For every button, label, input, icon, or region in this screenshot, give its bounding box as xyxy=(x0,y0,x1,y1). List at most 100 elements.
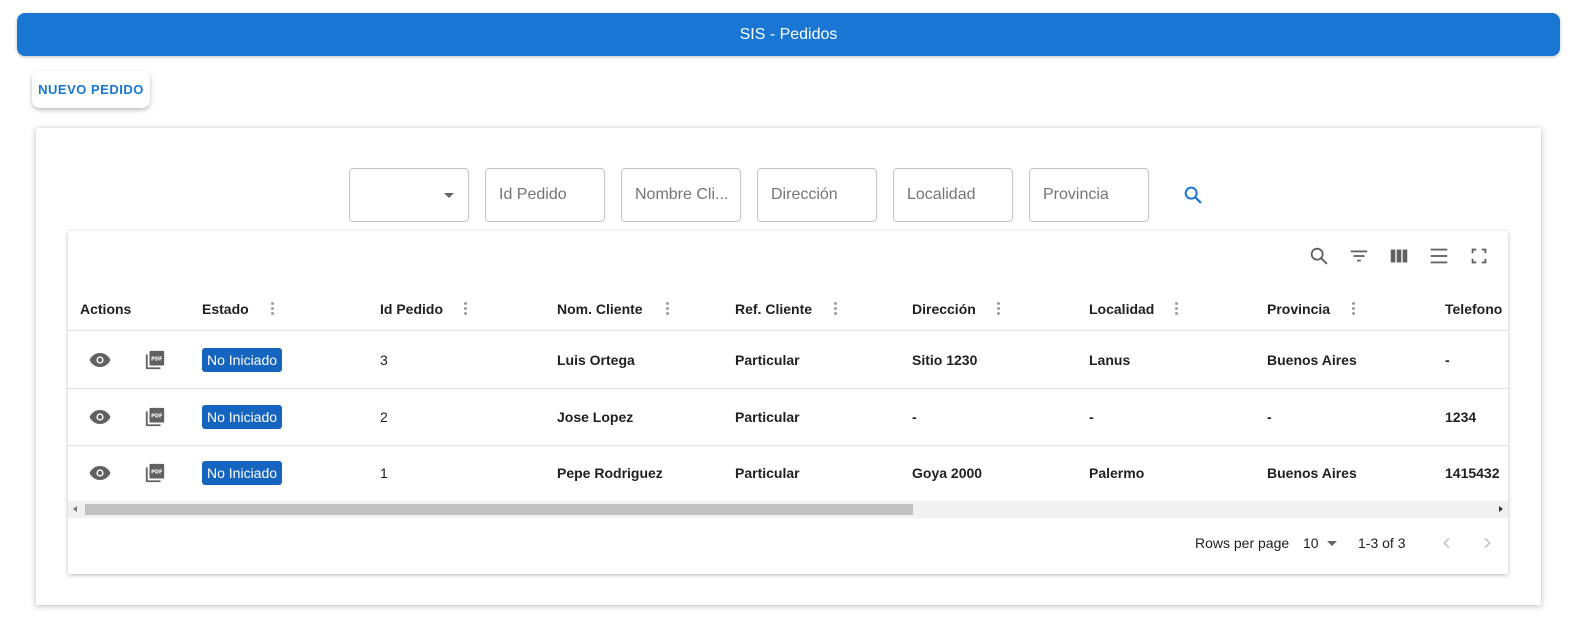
table-pagination: Rows per page 10 1-3 of 3 xyxy=(68,523,1508,565)
next-page-icon[interactable] xyxy=(1479,535,1495,551)
nom-cliente-cell: Luis Ortega xyxy=(557,352,635,368)
id-pedido-cell: 1 xyxy=(380,465,388,481)
table-cell: No Iniciado xyxy=(202,389,283,445)
table-cell: Buenos Aires xyxy=(1267,445,1357,501)
estado-select[interactable] xyxy=(349,168,469,222)
column-header-label: Nom. Cliente xyxy=(557,301,643,317)
app-title: SIS - Pedidos xyxy=(739,25,838,43)
table-cell: Lanus xyxy=(1089,332,1130,388)
dropdown-arrow-icon xyxy=(1326,540,1337,546)
column-header-provincia[interactable]: Provincia xyxy=(1267,287,1355,331)
table-cell: - xyxy=(912,389,917,445)
id-pedido-cell: 2 xyxy=(380,408,388,425)
density-icon xyxy=(1430,248,1448,264)
fullscreen-button[interactable] xyxy=(1468,245,1490,267)
column-header-label: Localidad xyxy=(1089,301,1155,317)
table-row[interactable]: PDF No Iniciado 2 Jose Lopez Particular - - - 12… xyxy=(68,389,1508,446)
svg-text:PDF: PDF xyxy=(151,356,163,362)
table-cell: 1 xyxy=(380,445,388,501)
table-cell: - xyxy=(1445,332,1450,388)
column-menu-icon[interactable] xyxy=(464,302,468,316)
pdf-button[interactable]: PDF xyxy=(144,332,166,388)
table-cell: 3 xyxy=(380,332,388,388)
localidad-field[interactable]: Localidad xyxy=(893,168,1013,222)
table-cell: - xyxy=(1267,389,1272,445)
table-cell: Jose Lopez xyxy=(557,389,633,445)
view-button[interactable] xyxy=(88,389,112,445)
column-menu-icon[interactable] xyxy=(1175,302,1179,316)
column-header-label: Ref. Cliente xyxy=(735,301,813,317)
view-button[interactable] xyxy=(88,445,112,501)
provincia-cell: Buenos Aires xyxy=(1267,465,1357,481)
svg-text:PDF: PDF xyxy=(151,469,163,475)
fullscreen-icon xyxy=(1471,248,1487,264)
column-header-label: Id Pedido xyxy=(380,301,443,317)
table-cell: Particular xyxy=(735,445,800,501)
column-menu-icon[interactable] xyxy=(997,302,1001,316)
scrollbar-thumb[interactable] xyxy=(85,504,913,515)
column-header-label: Dirección xyxy=(912,301,976,317)
orders-panel: Id Pedido Nombre Cli... Dirección Locali… xyxy=(36,128,1541,605)
column-menu-icon[interactable] xyxy=(666,302,670,316)
view-button[interactable] xyxy=(88,332,112,388)
table-cell: 1415432 xyxy=(1445,445,1500,501)
pdf-button[interactable]: PDF xyxy=(144,445,166,501)
column-header-label: Telefono xyxy=(1445,301,1503,317)
column-header-telefono[interactable]: Telefono xyxy=(1445,287,1502,331)
column-header-direccion[interactable]: Dirección xyxy=(912,287,1000,331)
ref-cliente-cell: Particular xyxy=(735,408,800,425)
column-header-estado[interactable]: Estado xyxy=(202,287,274,331)
table-cell: Palermo xyxy=(1089,445,1144,501)
direccion-field[interactable]: Dirección xyxy=(757,168,877,222)
ref-cliente-cell: Particular xyxy=(735,352,800,368)
column-menu-icon[interactable] xyxy=(1352,302,1356,316)
nombre-cliente-field[interactable]: Nombre Cli... xyxy=(621,168,741,222)
nom-cliente-cell: Pepe Rodriguez xyxy=(557,465,663,481)
rows-per-page-label: Rows per page xyxy=(1195,535,1290,551)
column-header-localidad[interactable]: Localidad xyxy=(1089,287,1178,331)
rows-per-page-select[interactable]: 10 xyxy=(1303,535,1337,551)
table-row[interactable]: PDF No Iniciado 1 Pepe Rodriguez Particular G… xyxy=(68,445,1508,502)
table-cell: 2 xyxy=(380,389,388,445)
column-header-actions: Actions xyxy=(80,287,131,331)
telefono-cell: - xyxy=(1445,352,1450,368)
filter-button[interactable] xyxy=(1348,245,1370,267)
nom-cliente-cell: Jose Lopez xyxy=(557,408,634,425)
column-menu-icon[interactable] xyxy=(271,302,275,316)
column-menu-icon[interactable] xyxy=(834,302,838,316)
id-pedido-field[interactable]: Id Pedido xyxy=(485,168,605,222)
density-button[interactable] xyxy=(1428,245,1450,267)
search-button[interactable] xyxy=(1173,175,1213,215)
table-cell: - xyxy=(1089,389,1094,445)
direccion-cell: Goya 2000 xyxy=(912,465,983,481)
telefono-cell: 1415432 xyxy=(1445,465,1500,481)
pdf-icon: PDF xyxy=(145,407,165,426)
eye-icon xyxy=(89,466,111,480)
view-column-icon xyxy=(1390,249,1408,263)
table-search-button[interactable] xyxy=(1308,245,1330,267)
pdf-button[interactable]: PDF xyxy=(144,389,166,445)
previous-page-icon[interactable] xyxy=(1439,535,1455,551)
column-header-nom-cliente[interactable]: Nom. Cliente xyxy=(557,287,669,331)
direccion-cell: Sitio 1230 xyxy=(912,352,978,368)
column-header-ref-cliente[interactable]: Ref. Cliente xyxy=(735,287,837,331)
estado-badge: No Iniciado xyxy=(202,348,283,372)
table-cell: Buenos Aires xyxy=(1267,332,1357,388)
provincia-cell: Buenos Aires xyxy=(1267,352,1357,368)
eye-icon xyxy=(89,409,111,424)
localidad-cell: Palermo xyxy=(1089,465,1145,481)
estado-badge: No Iniciado xyxy=(202,404,283,429)
eye-icon xyxy=(89,353,111,367)
scroll-left-arrow-icon[interactable] xyxy=(73,506,77,512)
column-header-id-pedido[interactable]: Id Pedido xyxy=(380,287,467,331)
table-toolbar xyxy=(1308,245,1490,267)
rows-per-page-value: 10 xyxy=(1303,535,1319,551)
table-row[interactable]: PDF No Iniciado 3 Luis Ortega Particular Siti… xyxy=(68,332,1508,389)
column-header-label: Provincia xyxy=(1267,301,1331,317)
horizontal-scrollbar[interactable] xyxy=(68,501,1508,518)
new-order-button[interactable]: NUEVO PEDIDO xyxy=(32,71,150,108)
table-cell: Goya 2000 xyxy=(912,445,982,501)
scroll-right-arrow-icon[interactable] xyxy=(1499,506,1503,512)
provincia-field[interactable]: Provincia xyxy=(1029,168,1149,222)
columns-button[interactable] xyxy=(1388,245,1410,267)
